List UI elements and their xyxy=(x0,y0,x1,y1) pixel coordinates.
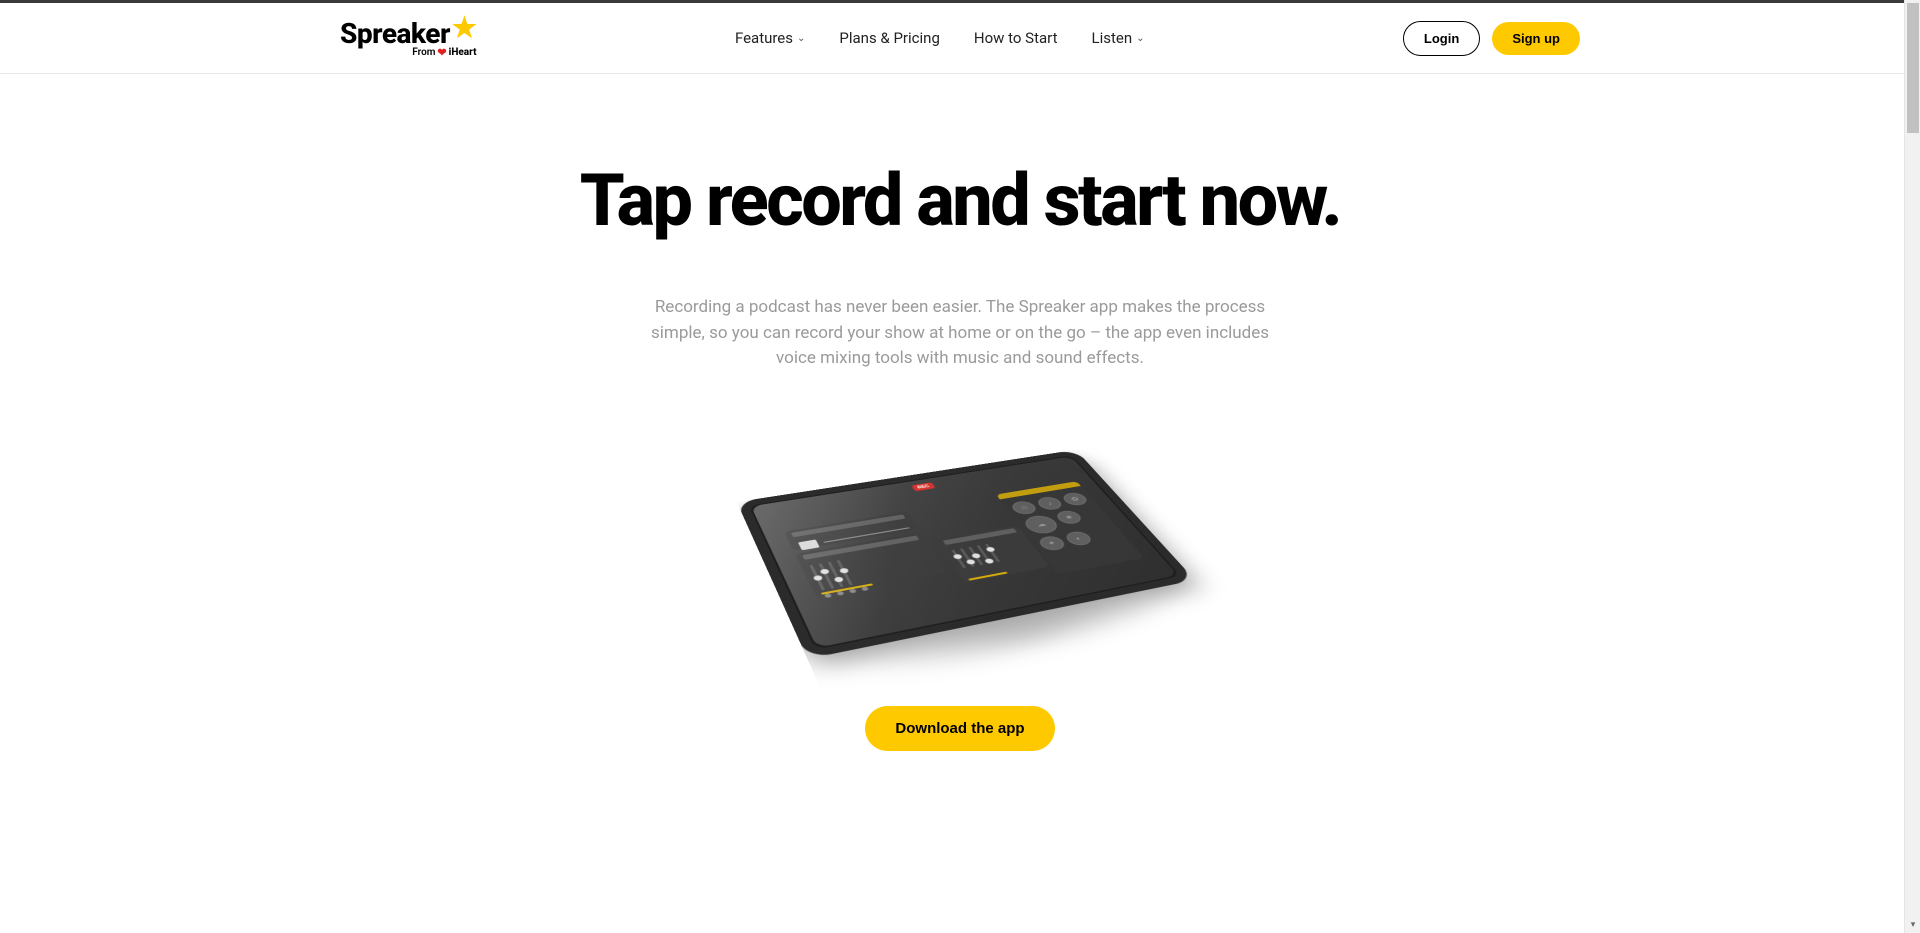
login-button[interactable]: Login xyxy=(1403,21,1480,56)
signup-button[interactable]: Sign up xyxy=(1492,22,1580,55)
scrollbar[interactable]: ▾ xyxy=(1904,0,1920,933)
scrollbar-thumb[interactable] xyxy=(1907,3,1919,133)
nav-item-plans[interactable]: Plans & Pricing xyxy=(839,29,939,47)
nav-item-listen[interactable]: Listen ⌄ xyxy=(1092,29,1145,47)
screen-panel-input xyxy=(784,511,919,550)
effect-icon: ✦ xyxy=(1036,535,1068,552)
effect-icon: ◐ xyxy=(1063,530,1095,547)
hero-subtitle: Recording a podcast has never been easie… xyxy=(640,295,1280,372)
effect-icon: ☺ xyxy=(1009,500,1039,516)
nav-item-how-to-start[interactable]: How to Start xyxy=(974,29,1058,47)
scroll-down-arrow[interactable]: ▾ xyxy=(1905,917,1920,933)
cta-section: Download the app xyxy=(0,706,1920,751)
header-container: Spreaker ★ From ❤ iHeart Features ⌄ Plan… xyxy=(0,3,1920,74)
nav-item-features[interactable]: Features ⌄ xyxy=(735,29,805,47)
auth-buttons: Login Sign up xyxy=(1403,21,1580,56)
main-nav: Features ⌄ Plans & Pricing How to Start … xyxy=(735,29,1145,47)
star-icon: ★ xyxy=(452,11,477,44)
hero-section: Tap record and start now. Recording a po… xyxy=(570,74,1350,372)
effect-icon: ✿ xyxy=(1060,491,1090,506)
screen-panel-sliders-left xyxy=(795,532,947,597)
rec-badge: REC xyxy=(911,482,935,491)
logo[interactable]: Spreaker ★ From ❤ iHeart xyxy=(340,17,477,59)
main-header: Spreaker ★ From ❤ iHeart Features ⌄ Plan… xyxy=(340,3,1580,73)
effect-icon: ☁ xyxy=(1021,514,1062,536)
effect-icon: ♪ xyxy=(1035,496,1065,511)
chevron-down-icon: ⌄ xyxy=(797,33,805,44)
effect-icon: ★ xyxy=(1054,509,1085,525)
hero-title: Tap record and start now. xyxy=(570,164,1350,237)
download-app-button[interactable]: Download the app xyxy=(865,706,1054,751)
tablet-illustration: REC xyxy=(0,410,1920,670)
brand-name: Spreaker xyxy=(340,17,450,50)
chevron-down-icon: ⌄ xyxy=(1136,33,1144,44)
